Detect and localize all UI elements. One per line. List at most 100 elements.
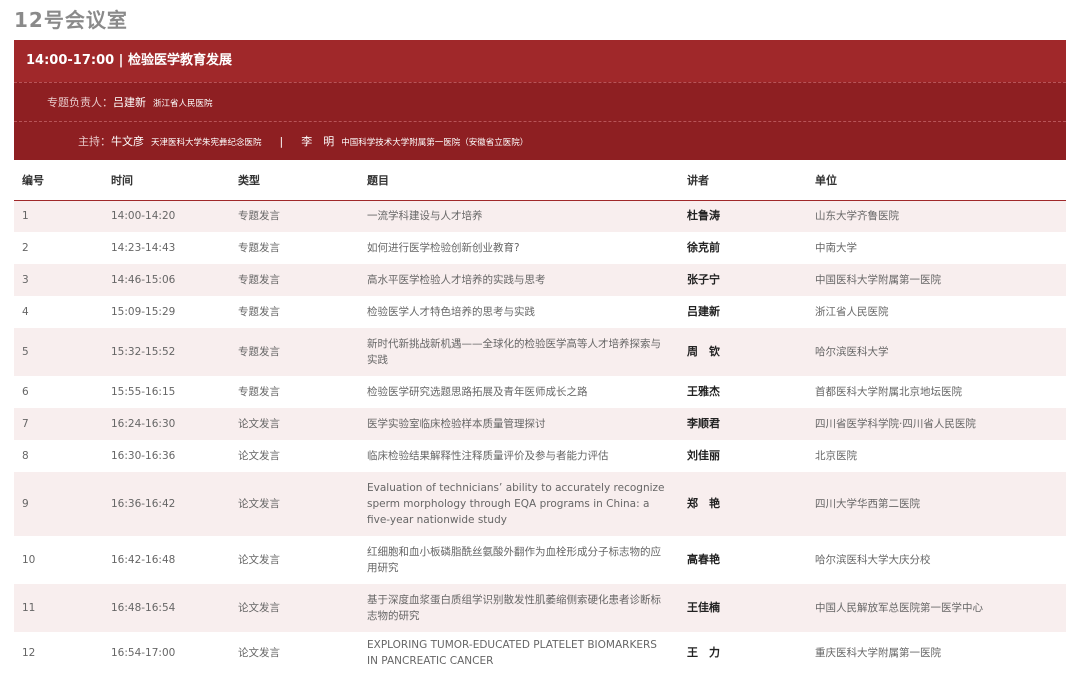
host-label: 主持： bbox=[78, 135, 111, 148]
cell-type: 专题发言 bbox=[230, 200, 359, 232]
cell-topic: EXPLORING TUMOR-EDUCATED PLATELET BIOMAR… bbox=[359, 632, 679, 674]
header-time: 时间 bbox=[103, 160, 230, 201]
cell-no: 8 bbox=[14, 440, 103, 472]
cell-unit: 哈尔滨医科大学大庆分校 bbox=[807, 536, 1066, 584]
header-speaker: 讲者 bbox=[679, 160, 807, 201]
table-row: 7 16:24-16:30 论文发言 医学实验室临床检验样本质量管理探讨 李顺君 四川省医… bbox=[14, 408, 1066, 440]
session-lead-row: 专题负责人：吕建新 浙江省人民医院 bbox=[14, 82, 1066, 121]
cell-topic: 红细胞和血小板磷脂酰丝氨酸外翻作为血栓形成分子标志物的应用研究 bbox=[359, 536, 679, 584]
cell-no: 4 bbox=[14, 296, 103, 328]
table-row: 3 14:46-15:06 专题发言 高水平医学检验人才培养的实践与思考 张子宁 中国医科… bbox=[14, 264, 1066, 296]
cell-unit: 中国医科大学附属第一医院 bbox=[807, 264, 1066, 296]
cell-type: 论文发言 bbox=[230, 440, 359, 472]
cell-time: 16:48-16:54 bbox=[103, 584, 230, 632]
cell-no: 12 bbox=[14, 632, 103, 674]
cell-unit: 首都医科大学附属北京地坛医院 bbox=[807, 376, 1066, 408]
cell-type: 论文发言 bbox=[230, 584, 359, 632]
cell-type: 论文发言 bbox=[230, 472, 359, 536]
cell-unit: 浙江省人民医院 bbox=[807, 296, 1066, 328]
table-row: 12 16:54-17:00 论文发言 EXPLORING TUMOR-EDUCATE… bbox=[14, 632, 1066, 674]
header-topic: 题目 bbox=[359, 160, 679, 201]
cell-type: 专题发言 bbox=[230, 376, 359, 408]
cell-speaker: 吕建新 bbox=[679, 296, 807, 328]
table-row: 11 16:48-16:54 论文发言 基于深度血浆蛋白质组学识别散发性肌萎缩侧索硬化… bbox=[14, 584, 1066, 632]
cell-time: 14:46-15:06 bbox=[103, 264, 230, 296]
cell-time: 14:23-14:43 bbox=[103, 232, 230, 264]
host1-name: 牛文彦 bbox=[111, 135, 144, 148]
cell-unit: 重庆医科大学附属第一医院 bbox=[807, 632, 1066, 674]
cell-unit: 中南大学 bbox=[807, 232, 1066, 264]
host1-org: 天津医科大学朱宪彝纪念医院 bbox=[151, 138, 262, 148]
cell-type: 论文发言 bbox=[230, 536, 359, 584]
lead-name: 吕建新 bbox=[113, 96, 146, 109]
host-separator: | bbox=[279, 135, 284, 148]
cell-time: 16:42-16:48 bbox=[103, 536, 230, 584]
header-unit: 单位 bbox=[807, 160, 1066, 201]
cell-speaker: 王雅杰 bbox=[679, 376, 807, 408]
cell-topic: 检验医学人才特色培养的思考与实践 bbox=[359, 296, 679, 328]
cell-topic: 基于深度血浆蛋白质组学识别散发性肌萎缩侧索硬化患者诊断标志物的研究 bbox=[359, 584, 679, 632]
cell-speaker: 徐克前 bbox=[679, 232, 807, 264]
cell-time: 16:54-17:00 bbox=[103, 632, 230, 674]
session-title: 14:00-17:00 | 检验医学教育发展 bbox=[26, 53, 232, 68]
table-row: 8 16:30-16:36 论文发言 临床检验结果解释性注释质量评价及参与者能力评估刘… bbox=[14, 440, 1066, 472]
cell-topic: 如何进行医学检验创新创业教育? bbox=[359, 232, 679, 264]
table-row: 5 15:32-15:52 专题发言 新时代新挑战新机遇——全球化的检验医学高等人才培… bbox=[14, 328, 1066, 376]
cell-type: 专题发言 bbox=[230, 328, 359, 376]
cell-speaker: 张子宁 bbox=[679, 264, 807, 296]
lead-org: 浙江省人民医院 bbox=[153, 99, 213, 109]
cell-type: 专题发言 bbox=[230, 296, 359, 328]
cell-time: 16:30-16:36 bbox=[103, 440, 230, 472]
cell-no: 6 bbox=[14, 376, 103, 408]
cell-speaker: 郑 艳 bbox=[679, 472, 807, 536]
cell-unit: 中国人民解放军总医院第一医学中心 bbox=[807, 584, 1066, 632]
table-row: 2 14:23-14:43 专题发言 如何进行医学检验创新创业教育? 徐克前 中南大学 bbox=[14, 232, 1066, 264]
cell-type: 论文发言 bbox=[230, 632, 359, 674]
cell-speaker: 高春艳 bbox=[679, 536, 807, 584]
host2-org: 中国科学技术大学附属第一医院（安徽省立医院） bbox=[341, 138, 529, 148]
cell-unit: 四川大学华西第二医院 bbox=[807, 472, 1066, 536]
cell-speaker: 周 钦 bbox=[679, 328, 807, 376]
cell-speaker: 李顺君 bbox=[679, 408, 807, 440]
cell-topic: 一流学科建设与人才培养 bbox=[359, 200, 679, 232]
cell-no: 9 bbox=[14, 472, 103, 536]
cell-topic: 高水平医学检验人才培养的实践与思考 bbox=[359, 264, 679, 296]
table-row: 10 16:42-16:48 论文发言 红细胞和血小板磷脂酰丝氨酸外翻作为血栓形成分子… bbox=[14, 536, 1066, 584]
cell-unit: 哈尔滨医科大学 bbox=[807, 328, 1066, 376]
cell-unit: 四川省医学科学院·四川省人民医院 bbox=[807, 408, 1066, 440]
cell-no: 10 bbox=[14, 536, 103, 584]
cell-unit: 北京医院 bbox=[807, 440, 1066, 472]
cell-speaker: 杜鲁涛 bbox=[679, 200, 807, 232]
table-row: 9 16:36-16:42 论文发言 Evaluation of technician… bbox=[14, 472, 1066, 536]
cell-topic: 新时代新挑战新机遇——全球化的检验医学高等人才培养探索与实践 bbox=[359, 328, 679, 376]
cell-type: 专题发言 bbox=[230, 264, 359, 296]
cell-no: 2 bbox=[14, 232, 103, 264]
cell-no: 7 bbox=[14, 408, 103, 440]
lead-label: 专题负责人： bbox=[47, 96, 113, 109]
cell-topic: 临床检验结果解释性注释质量评价及参与者能力评估 bbox=[359, 440, 679, 472]
session-header: 14:00-17:00 | 检验医学教育发展 专题负责人：吕建新 浙江省人民医院… bbox=[14, 40, 1066, 160]
cell-type: 专题发言 bbox=[230, 232, 359, 264]
cell-speaker: 王 力 bbox=[679, 632, 807, 674]
cell-time: 15:32-15:52 bbox=[103, 328, 230, 376]
table-header-row: 编号 时间 类型 题目 讲者 单位 bbox=[14, 160, 1066, 201]
table-row: 1 14:00-14:20 专题发言 一流学科建设与人才培养 杜鲁涛 山东大学齐鲁医院 bbox=[14, 200, 1066, 232]
room-title: 12号会议室 bbox=[14, 8, 128, 32]
cell-time: 16:36-16:42 bbox=[103, 472, 230, 536]
cell-no: 3 bbox=[14, 264, 103, 296]
cell-topic: Evaluation of technicians’ ability to ac… bbox=[359, 472, 679, 536]
cell-time: 14:00-14:20 bbox=[103, 200, 230, 232]
cell-unit: 山东大学齐鲁医院 bbox=[807, 200, 1066, 232]
cell-time: 15:55-16:15 bbox=[103, 376, 230, 408]
cell-topic: 医学实验室临床检验样本质量管理探讨 bbox=[359, 408, 679, 440]
cell-speaker: 王佳楠 bbox=[679, 584, 807, 632]
cell-topic: 检验医学研究选题思路拓展及青年医师成长之路 bbox=[359, 376, 679, 408]
host2-name: 李 明 bbox=[301, 135, 335, 148]
header-type: 类型 bbox=[230, 160, 359, 201]
cell-no: 11 bbox=[14, 584, 103, 632]
cell-no: 1 bbox=[14, 200, 103, 232]
cell-time: 16:24-16:30 bbox=[103, 408, 230, 440]
table-row: 4 15:09-15:29 专题发言 检验医学人才特色培养的思考与实践 吕建新 浙江省人民… bbox=[14, 296, 1066, 328]
cell-speaker: 刘佳丽 bbox=[679, 440, 807, 472]
session-panel: 14:00-17:00 | 检验医学教育发展 专题负责人：吕建新 浙江省人民医院… bbox=[14, 40, 1066, 674]
